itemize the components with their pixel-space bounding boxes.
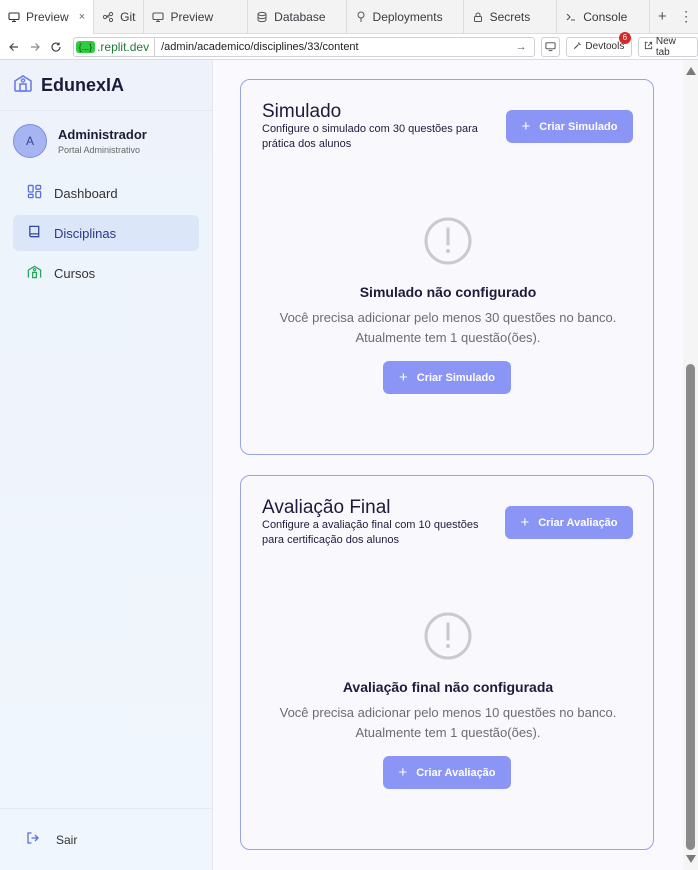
replit-badge: {...} (75, 40, 96, 53)
url-path: /admin/academico/disciplines/33/content (161, 40, 359, 53)
screen-icon[interactable] (540, 36, 560, 57)
simulado-empty-line2: Atualmente tem 1 questão(ões). (355, 330, 541, 345)
tab-label: Git (120, 10, 136, 24)
tab-label: Preview (26, 10, 69, 24)
tab-secrets[interactable]: Secrets (464, 0, 558, 34)
tab-preview[interactable]: Preview × (0, 0, 95, 34)
button-label: Criar Simulado (416, 371, 495, 384)
scrollbar[interactable] (683, 60, 698, 870)
wrench-icon (573, 41, 582, 53)
new-tab-link-button[interactable]: New tab (637, 35, 698, 58)
scroll-down-icon[interactable] (686, 855, 696, 863)
avaliacao-empty-line1: Você precisa adicionar pelo menos 10 que… (279, 705, 617, 720)
new-tab-label: New tab (655, 35, 676, 58)
school-logo-icon (13, 73, 33, 98)
school-icon (27, 264, 42, 282)
logout-button[interactable]: Sair (0, 808, 212, 870)
sidebar-item-label: Dashboard (54, 185, 118, 201)
browser-tab-bar: Preview × Git Preview Database Deploymen… (0, 0, 698, 34)
brand: EdunexIA (0, 60, 212, 111)
tab-label: Console (583, 10, 628, 24)
new-tab-button[interactable]: + (650, 0, 674, 33)
criar-avaliacao-button[interactable]: + Criar Avaliação (505, 506, 633, 539)
domain-text: .replit.dev (97, 39, 150, 54)
tab-label: Preview (170, 10, 214, 24)
address-field[interactable]: {...} .replit.dev /admin/academico/disci… (72, 36, 535, 57)
user-role: Portal Administrativo (58, 145, 141, 155)
criar-simulado-button[interactable]: + Criar Simulado (506, 110, 633, 143)
tab-git[interactable]: Git (94, 0, 145, 34)
simulado-card: Simulado Configure o simulado com 30 que… (240, 79, 654, 455)
tab-preview-2[interactable]: Preview (144, 0, 249, 34)
plus-icon: + (520, 514, 530, 531)
alert-circle-icon (423, 611, 473, 661)
app: EdunexIA A Administrador Portal Administ… (0, 60, 698, 870)
forward-icon[interactable] (24, 36, 45, 58)
alert-circle-icon (423, 216, 473, 266)
avaliacao-card: Avaliação Final Configure a avaliação fi… (240, 475, 654, 850)
reload-icon[interactable] (45, 36, 66, 58)
monitor-icon (8, 11, 20, 23)
deploy-icon (355, 11, 367, 23)
avaliacao-title: Avaliação Final (262, 497, 391, 518)
button-label: Criar Simulado (539, 120, 618, 133)
tab-database[interactable]: Database (248, 0, 347, 34)
domain-chip: {...} .replit.dev (74, 37, 156, 56)
tab-label: Database (274, 10, 326, 24)
sidebar: EdunexIA A Administrador Portal Administ… (0, 60, 213, 870)
close-tab-icon[interactable]: × (79, 11, 85, 23)
back-icon[interactable] (3, 36, 24, 58)
tab-label: Secrets (489, 10, 531, 24)
simulado-empty-title: Simulado não configurado (359, 284, 537, 300)
criar-simulado-empty-button[interactable]: + Criar Simulado (383, 361, 511, 394)
avaliacao-empty-line2: Atualmente tem 1 questão(ões). (355, 725, 541, 740)
main-content: Simulado Configure o simulado com 30 que… (213, 60, 698, 870)
scrollbar-thumb[interactable] (686, 364, 695, 850)
devtools-button[interactable]: Devtools 6 (565, 31, 632, 57)
avatar: A (13, 124, 47, 158)
criar-avaliacao-empty-button[interactable]: + Criar Avaliação (383, 756, 511, 789)
tab-deployments[interactable]: Deployments (347, 0, 464, 34)
avaliacao-description: Configure a avaliação final com 10 quest… (262, 519, 479, 546)
database-icon (256, 11, 268, 23)
tab-console[interactable]: Console (557, 0, 651, 34)
sidebar-item-dashboard[interactable]: Dashboard (13, 175, 199, 211)
external-link-icon (644, 41, 653, 53)
monitor-icon (152, 11, 165, 23)
simulado-empty-line1: Você precisa adicionar pelo menos 30 que… (279, 310, 617, 325)
logout-icon (26, 831, 40, 848)
more-options-icon[interactable]: ⋮ (674, 0, 698, 33)
simulado-description: Configure o simulado com 30 questões par… (262, 123, 478, 150)
sidebar-item-label: Cursos (54, 265, 96, 281)
plus-icon: + (521, 118, 531, 135)
scroll-up-icon[interactable] (686, 67, 696, 75)
user-name: Administrador (58, 127, 147, 142)
devtools-badge: 6 (618, 31, 631, 44)
git-icon (102, 11, 114, 23)
sidebar-item-cursos[interactable]: Cursos (13, 255, 199, 291)
brand-name: EdunexIA (41, 74, 125, 95)
dashboard-icon (27, 184, 42, 202)
simulado-title: Simulado (262, 101, 342, 122)
logout-label: Sair (56, 832, 78, 847)
button-label: Criar Avaliação (538, 516, 618, 529)
avaliacao-empty-title: Avaliação final não configurada (342, 679, 554, 695)
plus-icon: + (398, 369, 408, 386)
plus-icon: + (398, 764, 408, 781)
tab-label: Deployments (372, 10, 443, 24)
devtools-label: Devtools (585, 41, 625, 52)
user-profile: A Administrador Portal Administrativo (0, 111, 212, 171)
sidebar-nav: Dashboard Disciplinas Cursos (0, 171, 212, 299)
url-bar: {...} .replit.dev /admin/academico/disci… (0, 31, 698, 60)
sidebar-item-disciplinas[interactable]: Disciplinas (13, 215, 199, 251)
button-label: Criar Avaliação (416, 766, 496, 779)
book-icon (27, 224, 42, 242)
terminal-icon (565, 11, 577, 23)
go-arrow-icon[interactable]: → (516, 41, 534, 53)
sidebar-item-label: Disciplinas (54, 225, 117, 241)
lock-icon (472, 11, 484, 23)
